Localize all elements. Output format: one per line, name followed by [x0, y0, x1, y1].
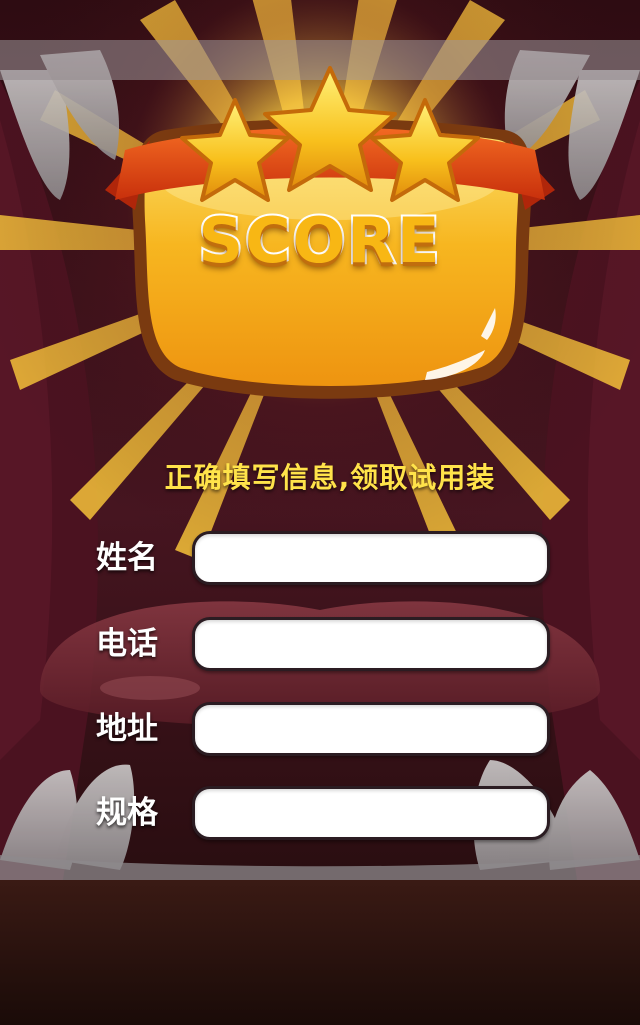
spec-label: 规格: [96, 795, 158, 831]
spec-input[interactable]: [192, 786, 550, 840]
form-row-name: 姓名: [0, 531, 640, 585]
game-scene: SCORE 正确填写信息,领取试用装 姓名 电话 地址 规格: [0, 0, 640, 1025]
name-input[interactable]: [192, 531, 550, 585]
form-row-address: 地址: [0, 702, 640, 756]
form-instruction-text: 正确填写信息,领取试用装: [164, 461, 496, 494]
score-title: SCORE: [197, 204, 442, 277]
form-row-phone: 电话: [0, 617, 640, 671]
address-input[interactable]: [192, 702, 550, 756]
phone-input[interactable]: [192, 617, 550, 671]
name-label: 姓名: [96, 540, 158, 576]
form-row-spec: 规格: [0, 786, 640, 840]
address-label: 地址: [96, 711, 158, 747]
phone-label: 电话: [96, 626, 158, 662]
